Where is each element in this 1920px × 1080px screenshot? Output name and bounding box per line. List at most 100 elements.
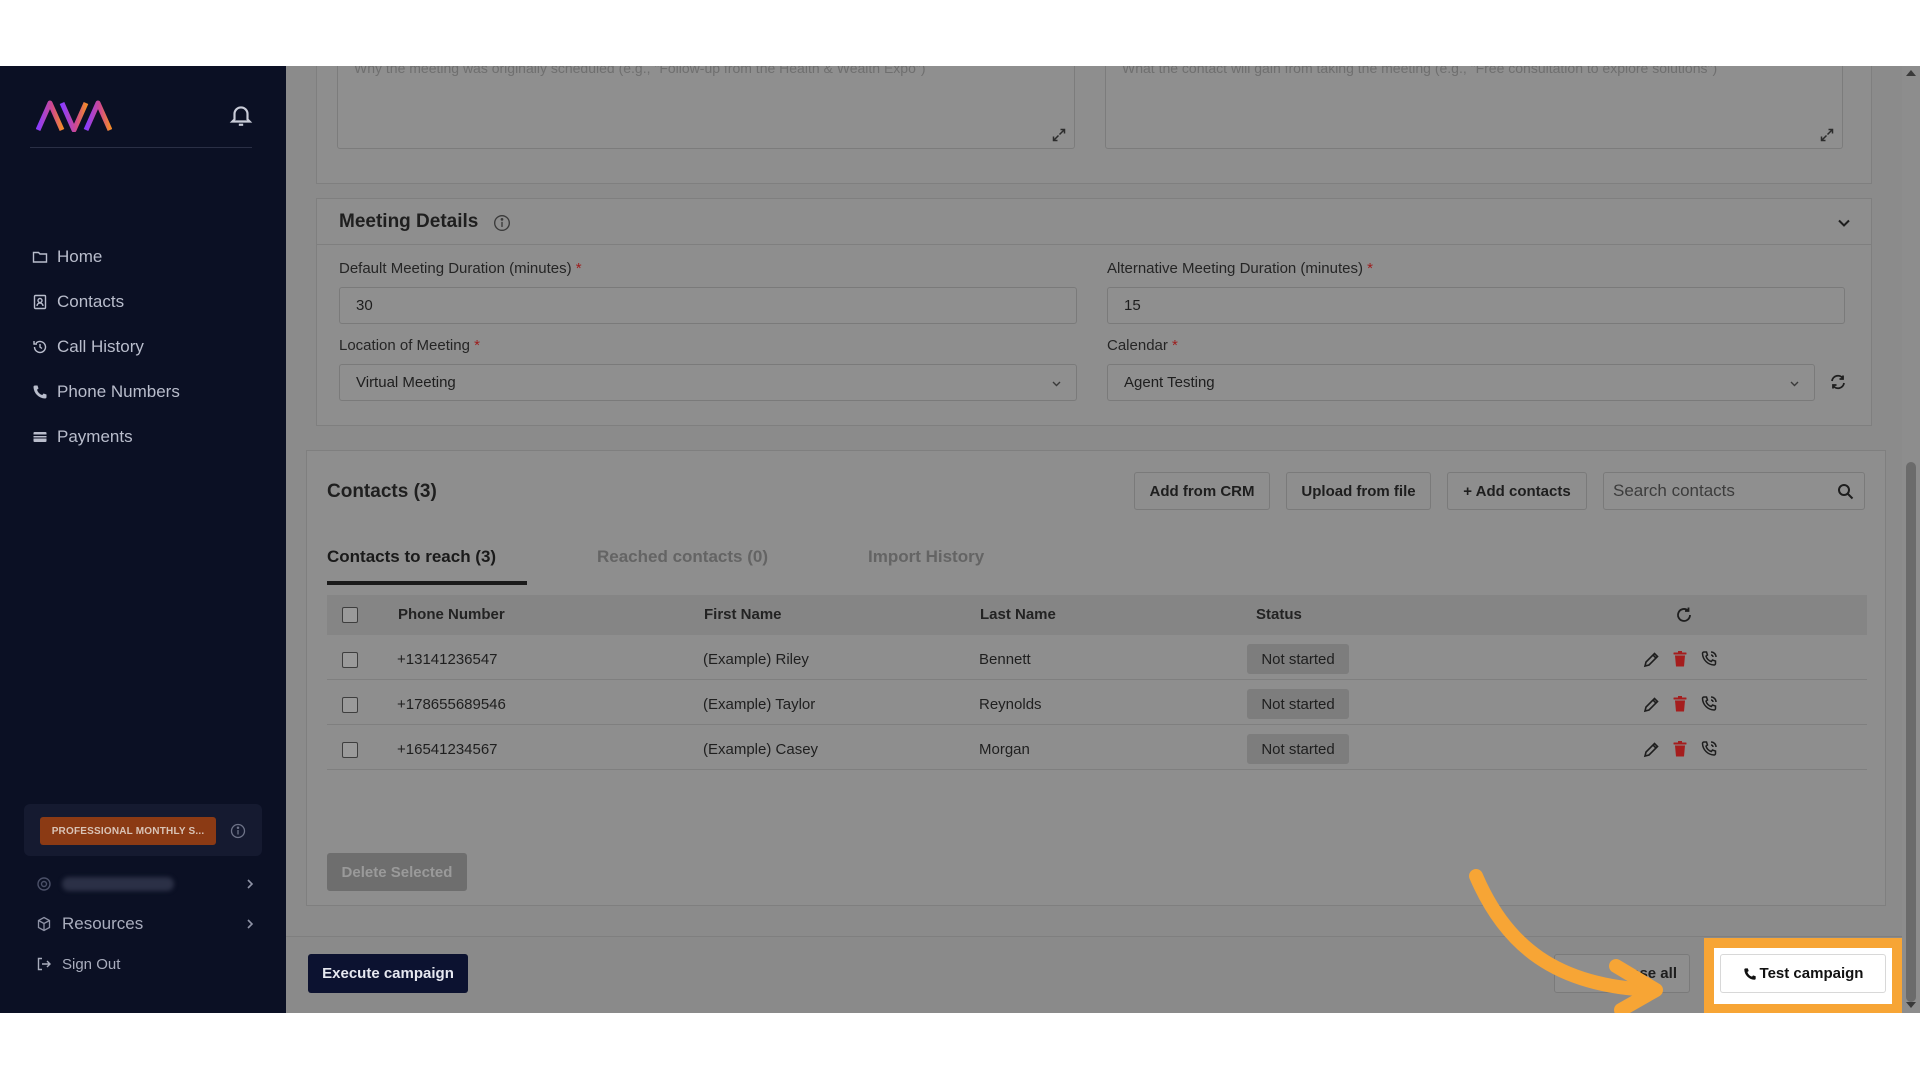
sidebar-item-label: Phone Numbers <box>57 382 180 401</box>
last-name-cell: Bennett <box>979 651 1031 668</box>
sign-out-icon <box>37 957 51 971</box>
test-campaign-label: Test campaign <box>1759 965 1864 982</box>
notification-bell-icon[interactable] <box>228 102 254 128</box>
original-reason-placeholder: Why the meeting was originally scheduled… <box>354 66 926 76</box>
chevron-right-icon[interactable] <box>244 918 256 930</box>
sidebar-item-phone-numbers[interactable]: Phone Numbers <box>32 379 180 405</box>
sidebar-item-label: Payments <box>57 427 133 446</box>
active-tab-indicator <box>327 581 527 585</box>
last-name-cell: Reynolds <box>979 696 1042 713</box>
default-duration-input[interactable]: 30 <box>339 287 1077 324</box>
scroll-up-icon[interactable] <box>1905 68 1917 78</box>
tab-import-history[interactable]: Import History <box>868 547 984 567</box>
phone-cell: +178655689546 <box>397 696 506 713</box>
contacts-title: Contacts (3) <box>327 481 437 502</box>
scroll-down-icon[interactable] <box>1905 1000 1917 1010</box>
delete-icon[interactable] <box>1671 740 1689 758</box>
refresh-calendar-icon[interactable] <box>1829 373 1847 391</box>
status-badge: Not started <box>1247 644 1349 674</box>
calendar-select[interactable]: Agent Testing <box>1107 364 1815 401</box>
meeting-details-title: Meeting Details <box>339 211 479 232</box>
sidebar-item-contacts[interactable]: Contacts <box>32 289 124 315</box>
app-window: Home Contacts Call History Phone Numbers… <box>0 66 1920 1013</box>
column-phone-number[interactable]: Phone Number <box>398 606 505 623</box>
edit-icon[interactable] <box>1642 651 1660 669</box>
row-divider <box>327 724 1867 725</box>
annotation-arrow-icon <box>1469 869 1663 1013</box>
test-campaign-button[interactable]: Test campaign <box>1720 954 1886 993</box>
table-header <box>327 595 1867 635</box>
gear-icon <box>37 877 51 891</box>
search-contacts-input[interactable]: Search contacts <box>1603 472 1865 510</box>
sidebar-item-home[interactable]: Home <box>32 244 102 270</box>
column-last-name[interactable]: Last Name <box>980 606 1056 623</box>
row-checkbox[interactable] <box>342 742 358 758</box>
upload-from-file-button[interactable]: Upload from file <box>1286 472 1431 510</box>
card-icon <box>33 432 47 442</box>
delete-icon[interactable] <box>1671 695 1689 713</box>
call-icon[interactable] <box>1700 650 1718 668</box>
column-first-name[interactable]: First Name <box>704 606 782 623</box>
column-status[interactable]: Status <box>1256 606 1302 623</box>
info-icon[interactable] <box>230 823 246 839</box>
search-icon[interactable] <box>1837 483 1854 500</box>
first-name-cell: (Example) Riley <box>703 651 809 668</box>
contacts-card: Contacts (3) Add from CRM Upload from fi… <box>306 450 1886 906</box>
scrollbar-thumb[interactable] <box>1906 462 1916 1002</box>
call-icon[interactable] <box>1700 695 1718 713</box>
add-contacts-button[interactable]: + Add contacts <box>1447 472 1587 510</box>
phone-cell: +16541234567 <box>397 741 498 758</box>
main-content: Why the meeting was originally scheduled… <box>286 66 1902 1013</box>
phone-icon <box>1743 967 1756 980</box>
refresh-icon[interactable] <box>1675 606 1693 624</box>
location-label: Location of Meeting * <box>339 337 480 354</box>
campaign-purpose-card: Why the meeting was originally scheduled… <box>316 66 1872 184</box>
row-checkbox[interactable] <box>342 652 358 668</box>
sign-out-button[interactable]: Sign Out <box>36 952 120 976</box>
row-checkbox[interactable] <box>342 697 358 713</box>
last-name-cell: Morgan <box>979 741 1030 758</box>
chevron-down-icon <box>1052 381 1061 387</box>
ava-logo[interactable] <box>36 100 112 132</box>
first-name-cell: (Example) Casey <box>703 741 819 758</box>
plan-badge[interactable]: PROFESSIONAL MONTHLY S... <box>40 817 216 845</box>
default-duration-label: Default Meeting Duration (minutes) * <box>339 260 582 277</box>
call-icon[interactable] <box>1700 740 1718 758</box>
alt-duration-input[interactable]: 15 <box>1107 287 1845 324</box>
execute-campaign-button[interactable]: Execute campaign <box>308 954 468 993</box>
row-divider <box>327 679 1867 680</box>
sign-out-label: Sign Out <box>62 955 121 973</box>
location-select[interactable]: Virtual Meeting <box>339 364 1077 401</box>
delete-selected-button[interactable]: Delete Selected <box>327 853 467 891</box>
contact-benefit-textarea[interactable]: What the contact will gain from taking t… <box>1105 66 1843 149</box>
original-reason-textarea[interactable]: Why the meeting was originally scheduled… <box>337 66 1075 149</box>
sidebar-item-resources[interactable]: Resources <box>36 912 143 936</box>
edit-icon[interactable] <box>1642 741 1660 759</box>
row-divider <box>327 769 1867 770</box>
folder-icon <box>32 251 48 263</box>
sidebar-item-payments[interactable]: Payments <box>32 424 133 450</box>
meeting-details-header[interactable] <box>317 199 1871 245</box>
contact-benefit-placeholder: What the contact will gain from taking t… <box>1122 66 1718 76</box>
chevron-down-icon[interactable] <box>1837 216 1851 230</box>
first-name-cell: (Example) Taylor <box>703 696 816 713</box>
chevron-right-icon[interactable] <box>244 878 256 890</box>
edit-icon[interactable] <box>1642 696 1660 714</box>
account-settings-row[interactable] <box>36 872 174 896</box>
add-from-crm-button[interactable]: Add from CRM <box>1134 472 1270 510</box>
cube-icon <box>37 916 51 932</box>
meeting-details-card: Meeting Details Default Meeting Duration… <box>316 198 1872 426</box>
sidebar-item-call-history[interactable]: Call History <box>32 334 144 360</box>
select-all-checkbox[interactable] <box>342 607 358 623</box>
expand-icon[interactable] <box>1052 128 1066 142</box>
sidebar: Home Contacts Call History Phone Numbers… <box>0 66 286 1013</box>
address-book-icon <box>33 294 47 310</box>
search-placeholder: Search contacts <box>1613 481 1735 500</box>
tab-reached-contacts[interactable]: Reached contacts (0) <box>597 547 768 567</box>
info-icon[interactable] <box>493 214 511 232</box>
blurred-account-name <box>62 877 174 891</box>
delete-icon[interactable] <box>1671 650 1689 668</box>
phone-icon <box>33 385 47 399</box>
tab-contacts-to-reach[interactable]: Contacts to reach (3) <box>327 547 496 567</box>
expand-icon[interactable] <box>1820 128 1834 142</box>
